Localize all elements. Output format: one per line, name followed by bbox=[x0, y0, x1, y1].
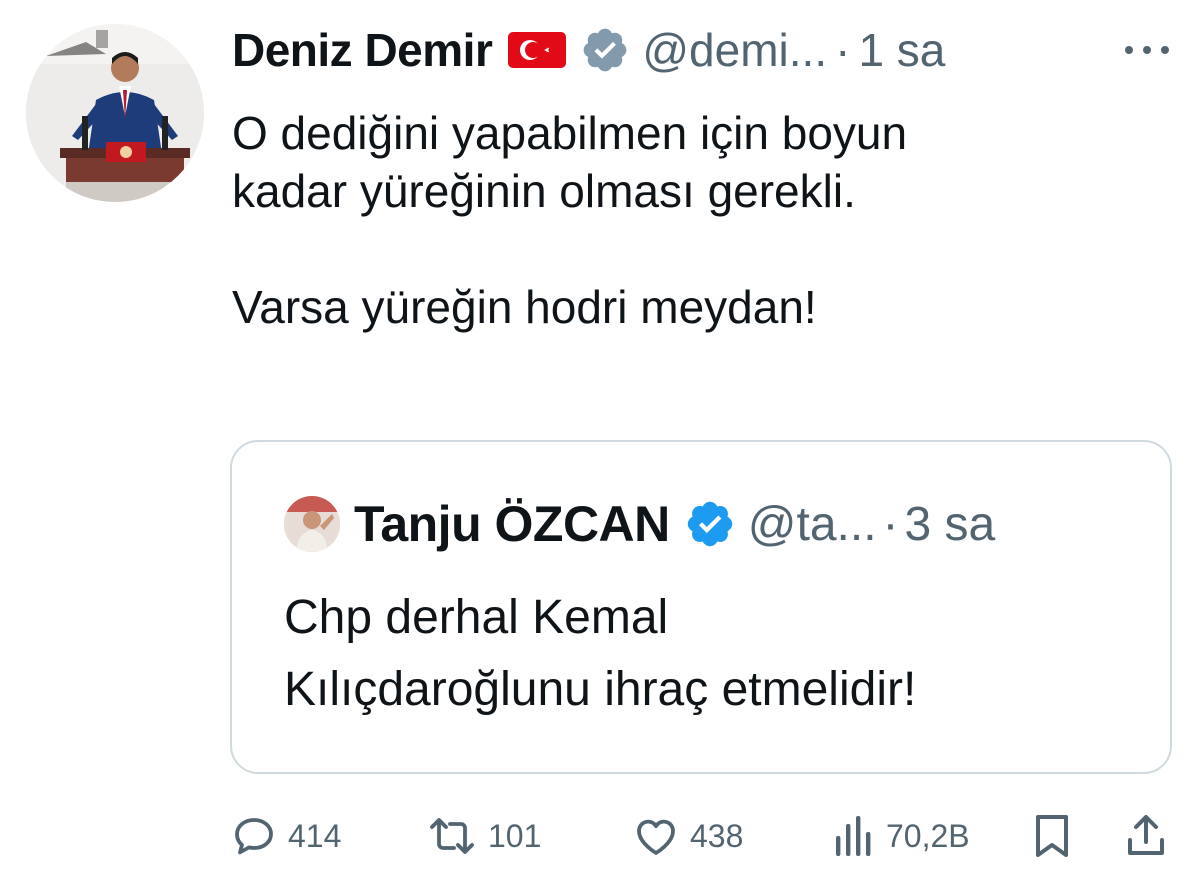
views-button[interactable]: 70,2B bbox=[834, 810, 970, 862]
quoted-tweet-timestamp[interactable]: 3 sa bbox=[905, 497, 996, 552]
reply-count: 414 bbox=[288, 817, 342, 854]
reply-icon bbox=[230, 812, 278, 860]
quoted-tweet[interactable]: Tanju ÖZCAN @ta... · 3 sa Chp derhal Kem… bbox=[230, 440, 1172, 774]
like-count: 438 bbox=[690, 817, 744, 854]
action-bar: 414 101 438 70,2B bbox=[230, 810, 1170, 862]
author-name[interactable]: Deniz Demir bbox=[232, 23, 493, 77]
quoted-author-handle[interactable]: @ta... bbox=[748, 497, 877, 552]
share-button[interactable] bbox=[1124, 810, 1168, 862]
tweet-timestamp[interactable]: 1 sa bbox=[858, 23, 945, 77]
bookmark-button[interactable] bbox=[1030, 810, 1074, 862]
share-icon bbox=[1124, 812, 1168, 860]
author-avatar[interactable] bbox=[26, 24, 204, 202]
quoted-author-avatar bbox=[284, 496, 340, 552]
quoted-tweet-text: Chp derhal Kemal Kılıçdaroğlunu ihraç et… bbox=[284, 591, 917, 716]
bookmark-icon bbox=[1030, 812, 1074, 860]
reply-button[interactable]: 414 bbox=[230, 810, 341, 862]
tweet-header: Deniz Demir @demi... · 1 sa bbox=[232, 20, 945, 80]
more-options-icon[interactable] bbox=[1125, 40, 1169, 60]
quoted-author-name[interactable]: Tanju ÖZCAN bbox=[354, 495, 670, 553]
retweet-icon bbox=[426, 812, 478, 860]
gray-verified-badge-icon[interactable] bbox=[580, 25, 630, 75]
like-button[interactable]: 438 bbox=[632, 810, 743, 862]
author-handle[interactable]: @demi... bbox=[642, 23, 827, 77]
like-icon bbox=[632, 812, 680, 860]
retweet-count: 101 bbox=[488, 817, 542, 854]
blue-verified-badge-icon[interactable] bbox=[684, 498, 736, 550]
retweet-button[interactable]: 101 bbox=[426, 810, 541, 862]
quoted-tweet-header: Tanju ÖZCAN @ta... · 3 sa bbox=[284, 492, 995, 556]
separator-dot: · bbox=[835, 24, 851, 76]
tweet-text: O dediğini yapabilmen için boyun kadar y… bbox=[232, 107, 908, 333]
quoted-separator-dot: · bbox=[882, 497, 899, 551]
turkey-flag-icon bbox=[508, 30, 567, 70]
views-icon bbox=[834, 812, 876, 860]
views-count: 70,2B bbox=[886, 817, 970, 854]
